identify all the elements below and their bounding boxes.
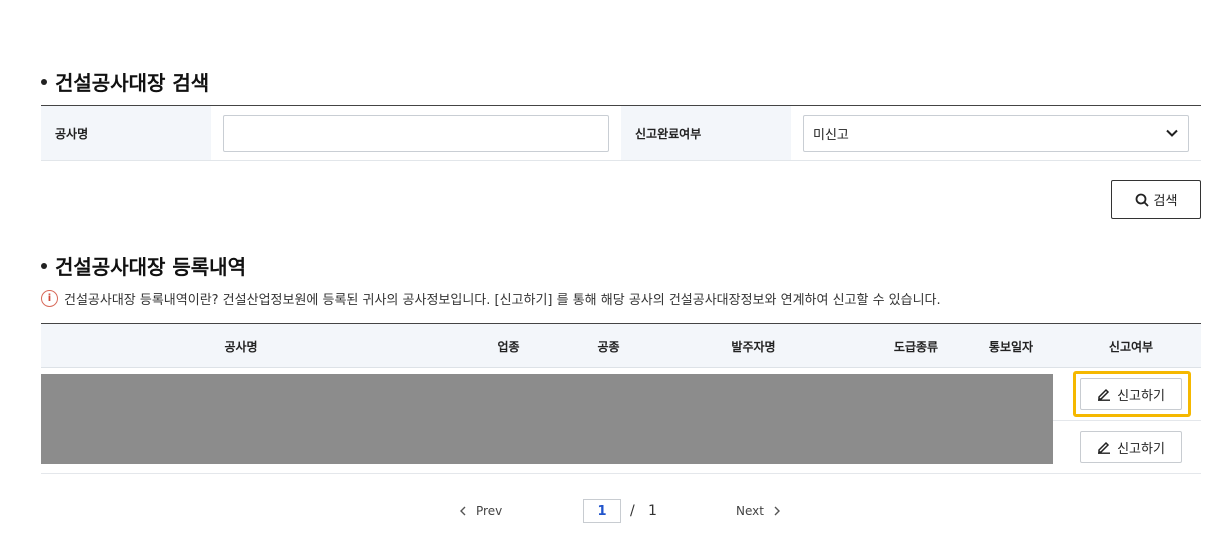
report-button-label: 신고하기 xyxy=(1117,441,1165,457)
redacted-row-content xyxy=(41,420,1053,464)
total-pages: 1 xyxy=(648,503,657,519)
column-header-notice-date: 통보일자 xyxy=(988,339,1034,354)
redacted-row-content xyxy=(41,374,1053,421)
project-name-input[interactable] xyxy=(223,114,609,152)
column-header-project-name: 공사명 xyxy=(224,339,258,354)
page-separator: / xyxy=(630,503,635,519)
prev-label: Prev xyxy=(476,504,503,518)
info-text: 건설공사대장 등록내역이란? 건설산업정보원에 등록된 귀사의 공사정보입니다.… xyxy=(64,293,941,308)
search-form: 공사명 신고완료여부 미신고 xyxy=(41,105,1201,161)
prev-page-button[interactable]: Prev xyxy=(459,504,502,518)
column-header-work-type: 공종 xyxy=(597,339,620,354)
search-button-label: 검색 xyxy=(1153,194,1178,209)
report-status-select[interactable]: 미신고 xyxy=(803,114,1189,152)
project-name-label: 공사명 xyxy=(41,106,211,160)
bullet-dot xyxy=(41,262,47,269)
page: 건설공사대장 검색 공사명 신고완료여부 미신고 검색 건설공사대장 등록내역 … xyxy=(0,0,1221,544)
column-header-industry: 업종 xyxy=(497,339,520,354)
info-icon: i xyxy=(41,290,58,307)
pencil-icon xyxy=(1098,441,1111,454)
chevron-down-icon xyxy=(1166,129,1178,137)
report-button[interactable]: 신고하기 xyxy=(1080,431,1182,463)
search-section-title: 건설공사대장 검색 xyxy=(41,67,209,96)
chevron-left-icon xyxy=(460,506,466,516)
next-label: Next xyxy=(736,504,764,518)
project-table: 공사명 업종 공종 발주자명 도급종류 통보일자 신고여부 신고하기 신고하기 xyxy=(41,323,1201,474)
column-header-client-name: 발주자명 xyxy=(731,339,776,354)
report-status-cell: 미신고 xyxy=(791,106,1201,160)
list-section-title: 건설공사대장 등록내역 xyxy=(41,251,246,280)
current-page-input[interactable]: 1 xyxy=(583,499,621,523)
search-button[interactable]: 검색 xyxy=(1111,180,1201,219)
column-header-report-status: 신고여부 xyxy=(1108,339,1154,354)
table-row: 신고하기 xyxy=(41,420,1201,474)
pencil-icon xyxy=(1098,388,1111,401)
report-button-label: 신고하기 xyxy=(1117,388,1165,404)
chevron-right-icon xyxy=(774,506,780,516)
column-header-contract-type: 도급종류 xyxy=(893,339,939,354)
search-section-title-text: 건설공사대장 검색 xyxy=(55,71,210,95)
report-status-label: 신고완료여부 xyxy=(621,106,791,160)
report-button[interactable]: 신고하기 xyxy=(1080,378,1182,410)
bullet-dot xyxy=(41,78,47,85)
report-status-value: 미신고 xyxy=(813,127,849,143)
table-header: 공사명 업종 공종 발주자명 도급종류 통보일자 신고여부 xyxy=(41,324,1201,368)
table-row: 신고하기 xyxy=(41,368,1201,421)
list-section-title-text: 건설공사대장 등록내역 xyxy=(55,255,246,279)
search-icon xyxy=(1135,193,1149,207)
next-page-button[interactable]: Next xyxy=(736,504,781,518)
info-line: i 건설공사대장 등록내역이란? 건설산업정보원에 등록된 귀사의 공사정보입니… xyxy=(41,289,941,308)
project-name-cell xyxy=(211,106,621,160)
pagination: Prev 1 / 1 Next xyxy=(0,499,1221,525)
